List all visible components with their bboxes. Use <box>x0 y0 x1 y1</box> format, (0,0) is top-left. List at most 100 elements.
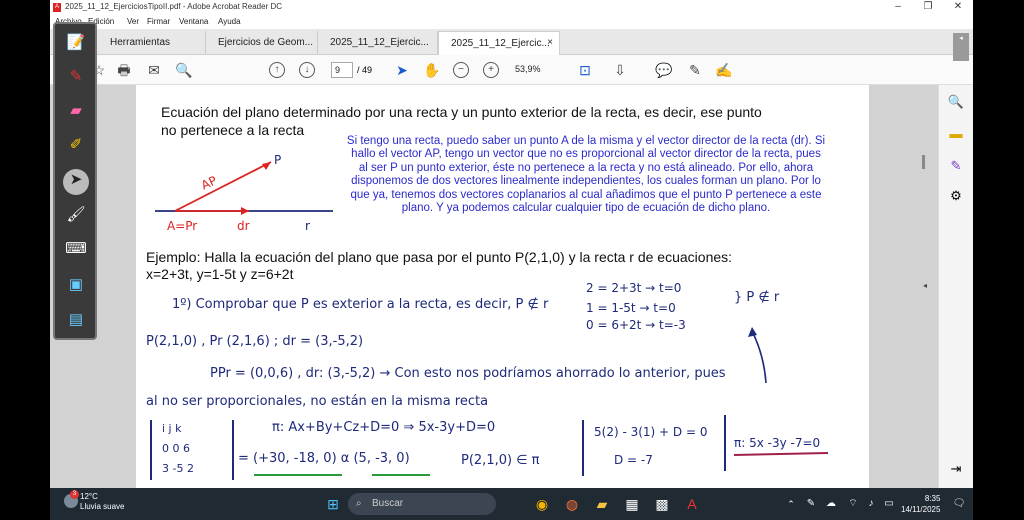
ink-cursor-icon[interactable]: ➤ <box>63 169 89 195</box>
hw-det-row2: 0 0 6 <box>162 442 190 455</box>
tray-pen-icon[interactable]: ✎ <box>800 493 822 515</box>
right-tools-panel: 🔍 ▬ ✎ ⚙ ⇥ <box>938 85 973 488</box>
ink-notepad-icon[interactable]: 📝 <box>63 32 89 54</box>
clock-time: 8:35 <box>924 494 941 503</box>
firefox-icon[interactable]: ◍ <box>561 493 583 515</box>
panel-collapse-icon[interactable]: ◂ <box>923 281 927 290</box>
hw-sys3: 0 = 6+2t → t=-3 <box>586 318 686 332</box>
tab-label: 2025_11_12_Ejercic... <box>451 38 550 49</box>
select-cursor-icon[interactable]: ➤ <box>393 61 411 79</box>
hw-determinant: i j k 0 0 6 3 -5 2 <box>150 420 234 480</box>
notification-badge: 3 <box>70 490 79 499</box>
explanation-text: Si tengo una recta, puedo saber un punto… <box>346 135 826 215</box>
scroll-mode-icon[interactable]: ⇩ <box>611 61 629 79</box>
tab-ejercicios-geom[interactable]: Ejercicios de Geom... <box>206 31 318 55</box>
label-dr: dr <box>237 219 250 233</box>
zoom-level-select[interactable]: 53,9% <box>512 62 550 78</box>
hw-sys1: 2 = 2+3t → t=0 <box>586 281 682 295</box>
ink-eraser-icon[interactable]: ▰ <box>63 100 89 122</box>
expand-panel-icon[interactable]: ⇥ <box>947 460 965 478</box>
email-icon[interactable]: ✉ <box>145 61 163 79</box>
hw-d-value: D = -7 <box>614 453 653 467</box>
comment-icon[interactable]: 💬 <box>655 61 673 79</box>
presentation-app-icon[interactable]: ▩ <box>651 493 673 515</box>
zoom-panel-icon[interactable]: 🔍 <box>947 93 965 111</box>
menu-ayuda[interactable]: Ayuda <box>218 17 241 26</box>
window-title: 2025_11_12_EjerciciosTipoII.pdf - Adobe … <box>65 2 283 11</box>
hw-underline-red <box>733 452 829 456</box>
system-clock[interactable]: 8:35 14/11/2025 <box>901 493 940 515</box>
tab-label: Ejercicios de Geom... <box>218 37 314 48</box>
notifications-icon[interactable]: 🗨 <box>948 493 970 515</box>
search-icon: ⌕ <box>356 498 362 509</box>
prev-page-icon[interactable]: ↑ <box>269 62 285 78</box>
chrome-icon[interactable]: ◉ <box>531 493 553 515</box>
menu-ventana[interactable]: Ventana <box>179 17 208 26</box>
hand-tool-icon[interactable]: ✋ <box>423 61 441 79</box>
tab-doc-active[interactable]: 2025_11_12_Ejercic... × <box>438 31 560 55</box>
scrollbar-thumb[interactable] <box>922 155 925 169</box>
zoom-out-icon[interactable]: − <box>453 62 469 78</box>
sign-icon[interactable]: ✍ <box>715 61 733 79</box>
weather-widget[interactable]: 12°C Lluvia suave <box>80 492 124 512</box>
hw-divider <box>582 420 584 476</box>
ink-keyboard-icon[interactable]: ⌨ <box>63 238 89 260</box>
section-heading-line2: no pertenece a la recta <box>161 122 305 138</box>
tab-close-icon[interactable]: × <box>547 37 553 48</box>
tab-herramientas[interactable]: Herramientas <box>98 31 206 55</box>
example-line1: Ejemplo: Halla la ecuación del plano que… <box>146 249 733 265</box>
title-bar: A 2025_11_12_EjerciciosTipoII.pdf - Adob… <box>50 0 973 15</box>
weather-temp: 12°C <box>80 492 98 501</box>
toolbar: ☆ 🖶 ✉ 🔍 ↑ ↓ 9 / 49 ➤ ✋ − + 53,9% ⊡ ⇩ 💬 ✎… <box>50 55 973 85</box>
section-heading-line1: Ecuación del plano determinado por una r… <box>161 104 762 120</box>
fit-page-icon[interactable]: ⊡ <box>576 61 594 79</box>
ink-screen-icon[interactable]: ▣ <box>63 274 89 296</box>
taskbar-search[interactable]: Buscar <box>348 493 496 515</box>
label-r: r <box>305 219 310 233</box>
document-area: Ecuación del plano determinado por una r… <box>50 85 938 488</box>
ink-toolbar: 📝 ✎ ▰ ✐ ➤ 🖌 ⌨ ▣ ▤ <box>53 22 97 340</box>
hw-arrow <box>748 327 767 384</box>
acrobat-taskbar-icon[interactable]: A <box>681 493 703 515</box>
zoom-search-icon[interactable]: 🔍 <box>175 61 193 79</box>
ink-capture-icon[interactable]: ▤ <box>63 309 89 331</box>
label-p: P <box>274 153 281 167</box>
tab-doc-1[interactable]: 2025_11_12_Ejercic... <box>318 31 438 55</box>
print-icon[interactable]: 🖶 <box>115 61 133 79</box>
ink-highlighter-icon[interactable]: ✐ <box>63 134 89 156</box>
hw-points: P(2,1,0) , Pr (2,1,6) ; dr = (3,-5,2) <box>146 334 364 349</box>
hw-conclusion: al no ser proporcionales, no están en la… <box>146 394 489 409</box>
clock-date: 14/11/2025 <box>901 505 941 514</box>
hw-divider-2 <box>724 415 726 471</box>
whiteboard-app-icon[interactable]: ▦ <box>621 493 643 515</box>
comment-panel-icon[interactable]: ▬ <box>947 125 965 143</box>
acrobat-window: A 2025_11_12_EjerciciosTipoII.pdf - Adob… <box>50 0 973 520</box>
hw-step1: 1º) Comprobar que P es exterior a la rec… <box>172 297 549 312</box>
pdf-page: Ecuación del plano determinado por una r… <box>136 85 869 488</box>
hw-final-plane: π: 5x -3y -7=0 <box>734 436 821 450</box>
hw-sys2: 1 = 1-5t → t=0 <box>586 301 676 315</box>
file-explorer-icon[interactable]: ▰ <box>591 493 613 515</box>
example-line2: x=2+3t, y=1-5t y z=6+2t <box>146 266 294 282</box>
restore-button[interactable]: ❐ <box>913 0 943 15</box>
zoom-in-icon[interactable]: + <box>483 62 499 78</box>
fill-sign-icon[interactable]: ✎ <box>947 157 965 175</box>
tray-chevron-icon[interactable]: ⌃ <box>780 493 802 515</box>
tray-cloud-icon[interactable]: ☁ <box>820 493 842 515</box>
menu-firmar[interactable]: Firmar <box>147 17 170 26</box>
next-page-icon[interactable]: ↓ <box>299 62 315 78</box>
minimize-button[interactable]: – <box>883 0 913 15</box>
hw-vectors: PPr = (0,0,6) , dr: (3,-5,2) → Con esto … <box>210 366 726 381</box>
hw-point-in-plane: P(2,1,0) ∈ π <box>461 453 540 468</box>
battery-icon[interactable]: ▭ <box>878 493 900 515</box>
more-tools-icon[interactable]: ⚙ <box>947 187 965 205</box>
windows-start-icon[interactable]: ⊞ <box>322 493 344 515</box>
ink-brush-icon[interactable]: 🖌 <box>63 204 89 226</box>
ink-pen-red-icon[interactable]: ✎ <box>63 66 89 88</box>
menu-ver[interactable]: Ver <box>127 17 139 26</box>
tools-sidebar-toggle[interactable]: ◂ <box>953 33 969 61</box>
hw-underline-green <box>254 474 430 476</box>
page-number-input[interactable]: 9 <box>331 62 353 78</box>
close-window-button[interactable]: ✕ <box>943 0 973 15</box>
highlight-pen-icon[interactable]: ✎ <box>686 61 704 79</box>
